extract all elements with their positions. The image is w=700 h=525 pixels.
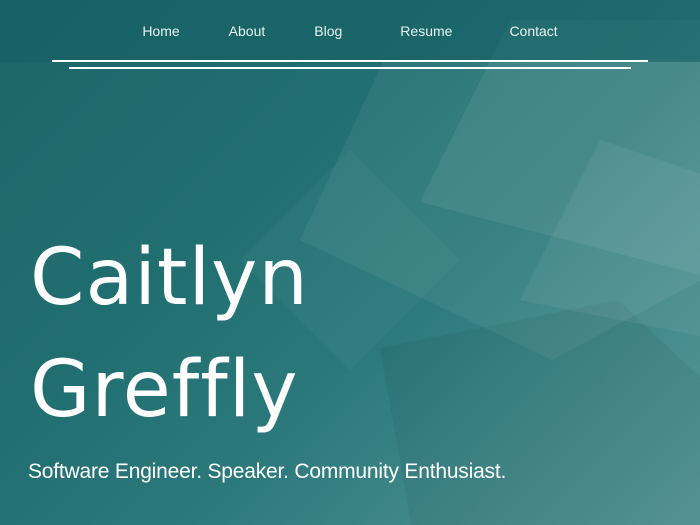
background-facet [520,140,700,340]
hero-tagline: Software Engineer. Speaker. Community En… [28,460,507,483]
nav-link-home[interactable]: Home [132,20,189,42]
header-divider [69,67,631,69]
hero-last-name: Greffly [30,345,299,435]
header-divider [52,60,648,62]
hero-first-name: Caitlyn [30,233,309,323]
hero-name: Caitlyn Greffly [30,222,309,446]
main-nav: Home About Blog Resume Contact [0,20,700,42]
nav-link-resume[interactable]: Resume [390,20,462,42]
background-facet [380,300,700,525]
nav-link-about[interactable]: About [219,20,276,42]
background-facet [300,60,700,360]
nav-link-contact[interactable]: Contact [499,20,567,42]
nav-link-blog[interactable]: Blog [304,20,352,42]
